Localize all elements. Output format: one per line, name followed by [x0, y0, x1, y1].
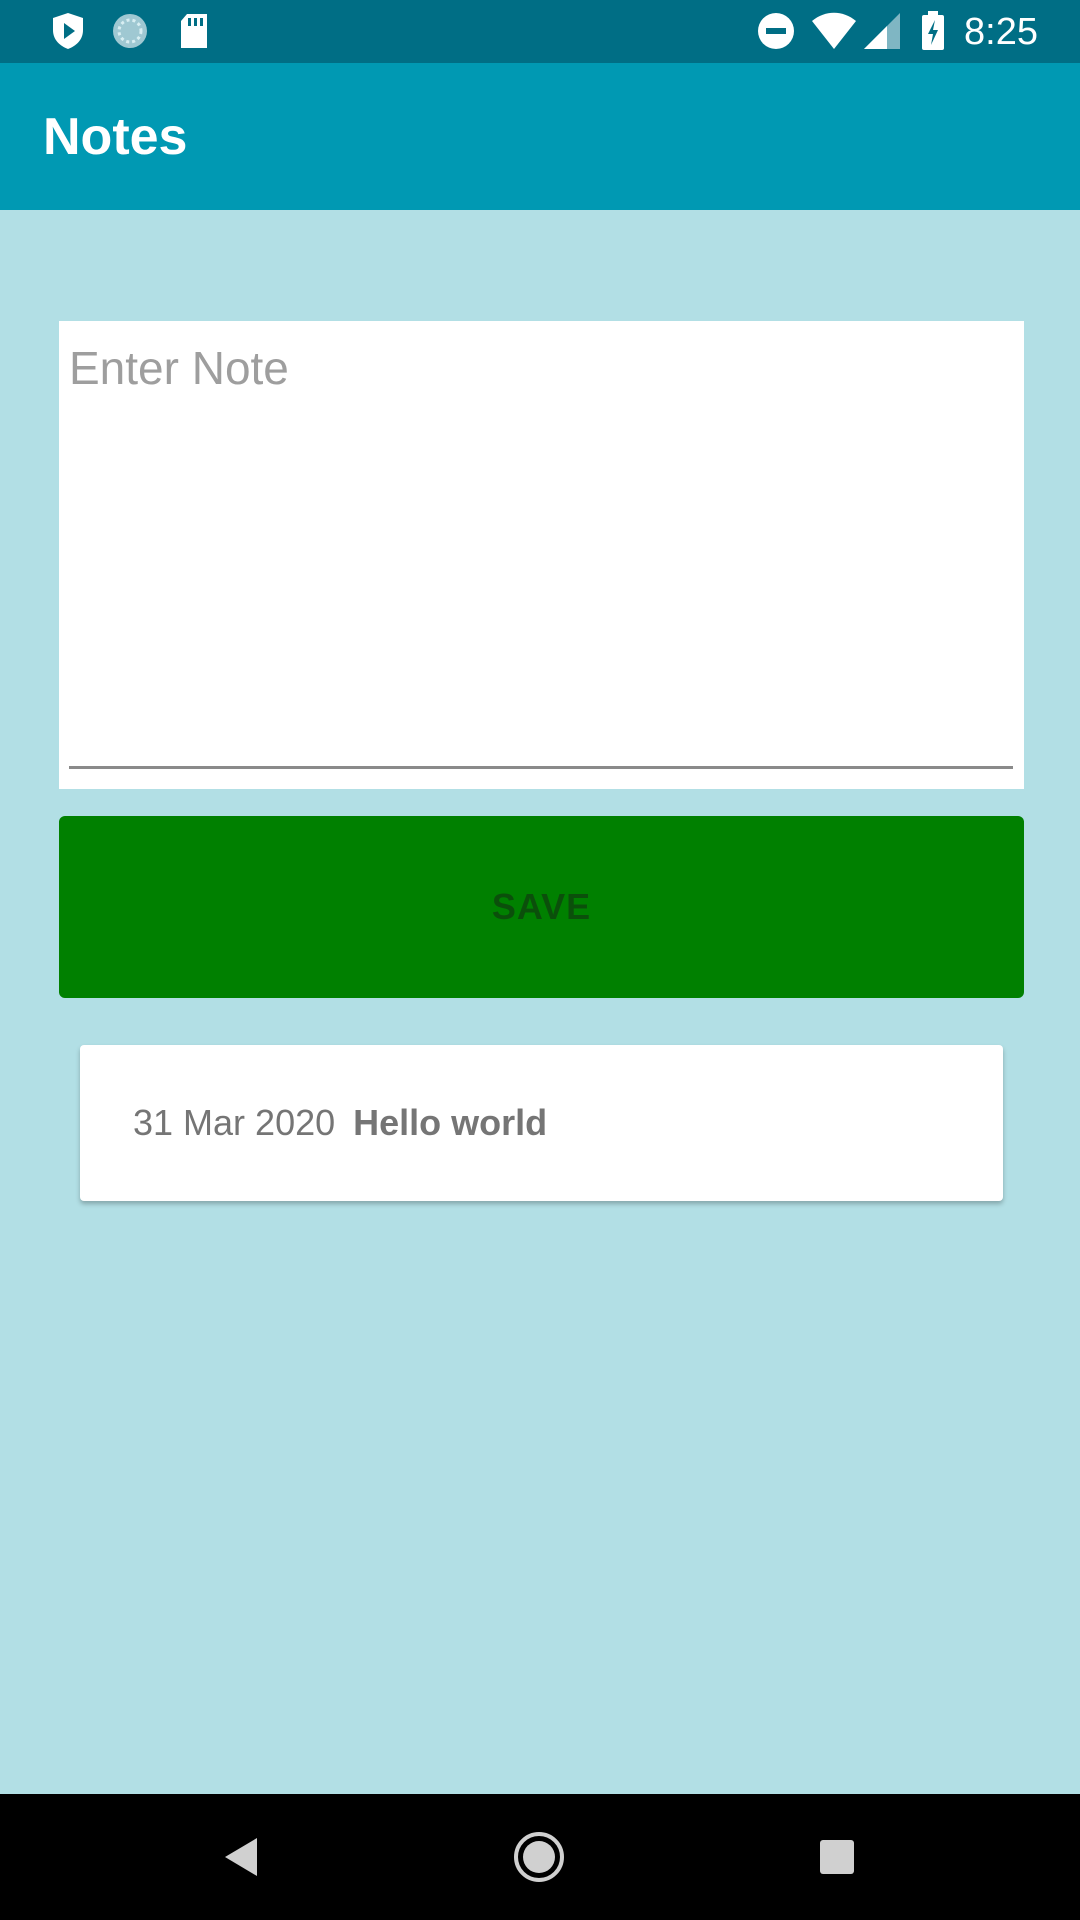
sd-card-icon — [178, 12, 210, 50]
note-input-underline — [69, 766, 1013, 769]
recents-icon[interactable] — [802, 1822, 872, 1892]
wifi-icon — [810, 12, 858, 50]
back-icon[interactable] — [206, 1822, 276, 1892]
nav-bar — [0, 1794, 1080, 1920]
save-button-label: SAVE — [491, 886, 592, 927]
play-protect-icon — [50, 12, 86, 50]
do-not-disturb-icon — [756, 12, 796, 50]
home-icon[interactable] — [504, 1822, 574, 1892]
save-button[interactable]: SAVE — [59, 816, 1024, 998]
note-text: Hello world — [353, 1102, 548, 1143]
list-item[interactable]: 31 Mar 2020 Hello world — [80, 1045, 1003, 1201]
note-date: 31 Mar 2020 — [133, 1102, 336, 1143]
status-time: 8:25 — [964, 11, 1038, 53]
signal-icon — [862, 12, 902, 50]
app-bar: Notes — [0, 63, 1080, 210]
note-input[interactable] — [69, 341, 1013, 761]
battery-charging-icon — [920, 11, 946, 50]
status-bar: 8:25 — [0, 0, 1080, 63]
notes-list: 31 Mar 2020 Hello world — [55, 1030, 1080, 1690]
note-input-container — [59, 321, 1024, 789]
page-title: Notes — [43, 108, 188, 166]
sync-icon — [110, 12, 150, 50]
